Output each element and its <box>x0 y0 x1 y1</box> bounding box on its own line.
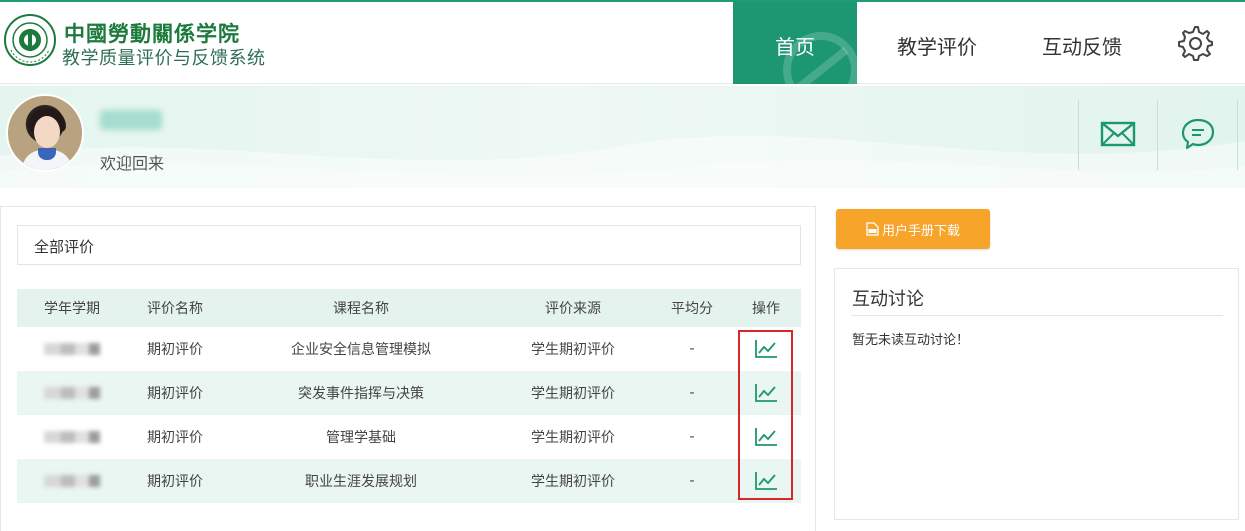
trend-chart-icon[interactable] <box>754 339 778 359</box>
column-header: 课程名称 <box>333 301 389 317</box>
gear-icon[interactable] <box>1176 24 1214 62</box>
avg-score-cell: - <box>689 429 695 445</box>
trend-chart-icon[interactable] <box>754 427 778 447</box>
course-name-cell: 企业安全信息管理模拟 <box>291 342 431 358</box>
eval-source-cell: 学生期初评价 <box>531 386 615 402</box>
avatar <box>6 94 84 172</box>
filter-all-evaluations[interactable]: 全部评价 <box>17 225 801 265</box>
welcome-text: 欢迎回来 <box>100 154 165 173</box>
evaluations-table: 学年学期 评价名称 课程名称 评价来源 平均分 操作 期初评价 企业安全信息管理… <box>17 289 801 503</box>
table-header: 学年学期 评价名称 课程名称 评价来源 平均分 操作 <box>17 289 801 327</box>
table-row: 期初评价 突发事件指挥与决策 学生期初评价 - <box>17 371 801 415</box>
nav-home-label: 首页 <box>775 35 815 59</box>
term-redacted <box>17 371 127 415</box>
column-header: 操作 <box>752 301 780 317</box>
discussion-empty-text: 暂无未读互动讨论！ <box>852 333 970 348</box>
trend-chart-icon[interactable] <box>754 383 778 403</box>
pdf-file-icon <box>866 222 879 236</box>
header: 中國勞動關係学院 教学质量评价与反馈系统 首页 教学评价 互动反馈 <box>0 2 1245 84</box>
discussion-title: 互动讨论 <box>852 289 924 310</box>
table-row: 期初评价 管理学基础 学生期初评价 - <box>17 415 801 459</box>
action-cell <box>735 415 797 459</box>
user-name-redacted <box>100 110 162 130</box>
eval-source-cell: 学生期初评价 <box>531 474 615 490</box>
nav-evaluation[interactable]: 教学评价 <box>897 31 977 60</box>
course-name-cell: 职业生涯发展规划 <box>305 474 417 490</box>
eval-source-cell: 学生期初评价 <box>531 430 615 446</box>
column-header: 评价来源 <box>545 301 601 317</box>
table-row: 期初评价 企业安全信息管理模拟 学生期初评价 - <box>17 327 801 371</box>
user-banner: 欢迎回来 <box>0 86 1245 188</box>
system-name: 教学质量评价与反馈系统 <box>62 48 266 69</box>
eval-source-cell: 学生期初评价 <box>531 342 615 358</box>
eval-name-cell: 期初评价 <box>147 386 203 402</box>
chat-bubble-icon[interactable] <box>1180 116 1216 152</box>
table-row: 期初评价 职业生涯发展规划 学生期初评价 - <box>17 459 801 503</box>
action-cell <box>735 327 797 371</box>
term-redacted <box>17 459 127 503</box>
action-cell <box>735 371 797 415</box>
eval-name-cell: 期初评价 <box>147 430 203 446</box>
evaluations-panel: 全部评价 学年学期 评价名称 课程名称 评价来源 平均分 操作 期初评价 企业安… <box>0 206 816 531</box>
banner-divider <box>1237 100 1238 170</box>
term-redacted <box>17 327 127 371</box>
banner-divider <box>1157 100 1158 170</box>
banner-wave-decoration <box>0 135 1245 188</box>
banner-divider <box>1078 100 1079 170</box>
avg-score-cell: - <box>689 341 695 357</box>
nav-feedback[interactable]: 互动反馈 <box>1042 31 1122 60</box>
eval-name-cell: 期初评价 <box>147 474 203 490</box>
column-header: 平均分 <box>671 301 713 317</box>
manual-download-label: 用户手册下载 <box>881 223 960 239</box>
mail-icon[interactable] <box>1100 120 1136 148</box>
eval-name-cell: 期初评价 <box>147 342 203 358</box>
divider <box>851 315 1223 316</box>
school-logo <box>4 14 56 66</box>
filter-label: 全部评价 <box>34 238 95 256</box>
term-redacted <box>17 415 127 459</box>
manual-download-button[interactable]: 用户手册下载 <box>836 209 990 249</box>
action-cell <box>735 459 797 503</box>
avg-score-cell: - <box>689 385 695 401</box>
column-header: 学年学期 <box>44 301 100 317</box>
discussion-panel: 互动讨论 暂无未读互动讨论！ <box>834 268 1239 520</box>
nav-home[interactable]: 首页 <box>733 2 857 84</box>
trend-chart-icon[interactable] <box>754 471 778 491</box>
course-name-cell: 突发事件指挥与决策 <box>298 386 424 402</box>
course-name-cell: 管理学基础 <box>326 430 396 446</box>
avg-score-cell: - <box>689 473 695 489</box>
column-header: 评价名称 <box>147 301 203 317</box>
